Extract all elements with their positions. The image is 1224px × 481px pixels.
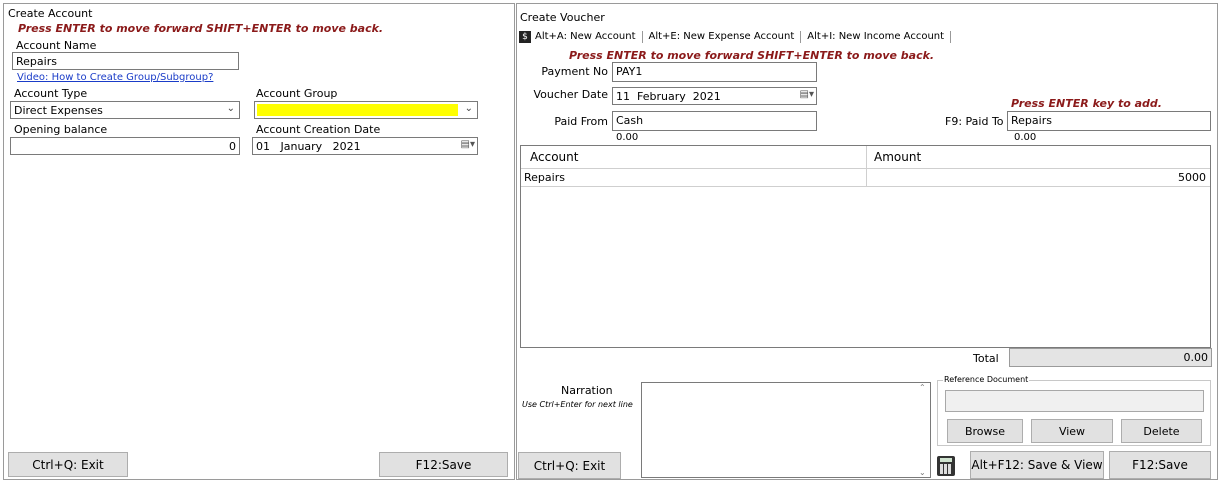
payment-no-label: Payment No xyxy=(541,65,608,78)
creation-date-label: Account Creation Date xyxy=(256,123,381,136)
opening-balance-input[interactable]: 0 xyxy=(10,137,240,155)
save-button[interactable]: F12:Save xyxy=(379,452,508,477)
scroll-up-icon[interactable]: ⌃ xyxy=(919,383,926,392)
voucher-date-value: 11 February 2021 xyxy=(616,90,721,103)
narration-label: Narration xyxy=(561,384,613,397)
voucher-grid[interactable]: Account Amount Repairs 5000 xyxy=(520,145,1211,348)
navigation-hint: Press ENTER to move forward SHIFT+ENTER … xyxy=(18,22,384,35)
paid-to-label: F9: Paid To xyxy=(945,115,1004,128)
reference-document-label: Reference Document xyxy=(943,375,1030,384)
new-expense-account-link[interactable]: Alt+E: New Expense Account xyxy=(649,31,795,42)
browse-button[interactable]: Browse xyxy=(947,419,1023,443)
total-label: Total xyxy=(973,352,999,365)
new-income-account-link[interactable]: Alt+I: New Income Account xyxy=(807,31,944,42)
payment-no-input[interactable]: PAY1 xyxy=(612,62,817,82)
paid-from-input[interactable]: Cash xyxy=(612,111,817,131)
add-hint: Press ENTER key to add. xyxy=(1011,97,1162,110)
row-amount-cell[interactable]: 5000 xyxy=(1178,171,1206,184)
opening-balance-label: Opening balance xyxy=(14,123,108,136)
creation-date-value: 01 January 2021 xyxy=(256,140,361,153)
creation-date-picker[interactable]: 01 January 2021 ▤▾ xyxy=(252,137,478,155)
table-row[interactable]: Repairs 5000 xyxy=(521,168,1210,187)
calculator-icon[interactable] xyxy=(937,456,955,476)
voucher-date-label: Voucher Date xyxy=(533,88,608,101)
column-divider xyxy=(866,146,867,168)
voucher-save-button[interactable]: F12:Save xyxy=(1109,451,1211,479)
paid-to-input[interactable]: Repairs xyxy=(1007,111,1211,131)
exit-button[interactable]: Ctrl+Q: Exit xyxy=(8,452,128,477)
chevron-down-icon[interactable]: ⌄ xyxy=(465,103,473,114)
grid-header: Account Amount xyxy=(521,146,1210,169)
calendar-icon[interactable]: ▤▾ xyxy=(461,139,475,150)
row-account-cell[interactable]: Repairs xyxy=(524,171,565,184)
paid-to-balance: 0.00 xyxy=(1014,132,1037,143)
scroll-down-icon[interactable]: ⌄ xyxy=(919,468,926,477)
reference-document-input[interactable] xyxy=(945,390,1204,412)
narration-scrollbar[interactable]: ⌃ ⌄ xyxy=(917,383,930,477)
create-account-title: Create Account xyxy=(8,7,93,20)
total-value: 0.00 xyxy=(1009,348,1212,367)
narration-textarea[interactable] xyxy=(641,382,931,478)
account-type-label: Account Type xyxy=(14,87,88,100)
save-and-view-button[interactable]: Alt+F12: Save & View xyxy=(970,451,1104,479)
dollar-icon: $ xyxy=(519,30,531,43)
voucher-navigation-hint: Press ENTER to move forward SHIFT+ENTER … xyxy=(569,49,935,62)
toolbar-divider xyxy=(641,30,643,43)
paid-from-label: Paid From xyxy=(554,115,608,128)
account-name-label: Account Name xyxy=(16,39,97,52)
voucher-toolbar: $ Alt+A: New Account Alt+E: New Expense … xyxy=(519,29,957,44)
voucher-date-picker[interactable]: 11 February 2021 ▤▾ xyxy=(612,87,817,105)
video-help-link[interactable]: Video: How to Create Group/Subgroup? xyxy=(17,72,213,83)
account-group-select[interactable]: ⌄ xyxy=(254,101,478,119)
account-type-value: Direct Expenses xyxy=(14,104,103,117)
column-divider xyxy=(866,168,867,186)
new-account-link[interactable]: Alt+A: New Account xyxy=(535,31,636,42)
toolbar-divider xyxy=(950,30,952,43)
account-group-highlight xyxy=(257,104,458,116)
chevron-down-icon[interactable]: ⌄ xyxy=(227,103,235,114)
toolbar-divider xyxy=(800,30,802,43)
paid-from-balance: 0.00 xyxy=(616,132,639,143)
narration-hint: Use Ctrl+Enter for next line xyxy=(522,400,633,409)
column-header-account[interactable]: Account xyxy=(530,150,578,164)
account-group-label: Account Group xyxy=(256,87,338,100)
account-name-input[interactable]: Repairs xyxy=(12,52,239,70)
calendar-icon[interactable]: ▤▾ xyxy=(800,89,814,100)
account-type-select[interactable]: Direct Expenses ⌄ xyxy=(10,101,240,119)
view-button[interactable]: View xyxy=(1031,419,1113,443)
delete-button[interactable]: Delete xyxy=(1121,419,1202,443)
create-voucher-title: Create Voucher xyxy=(520,11,605,24)
column-header-amount[interactable]: Amount xyxy=(874,150,921,164)
voucher-exit-button[interactable]: Ctrl+Q: Exit xyxy=(518,452,621,479)
